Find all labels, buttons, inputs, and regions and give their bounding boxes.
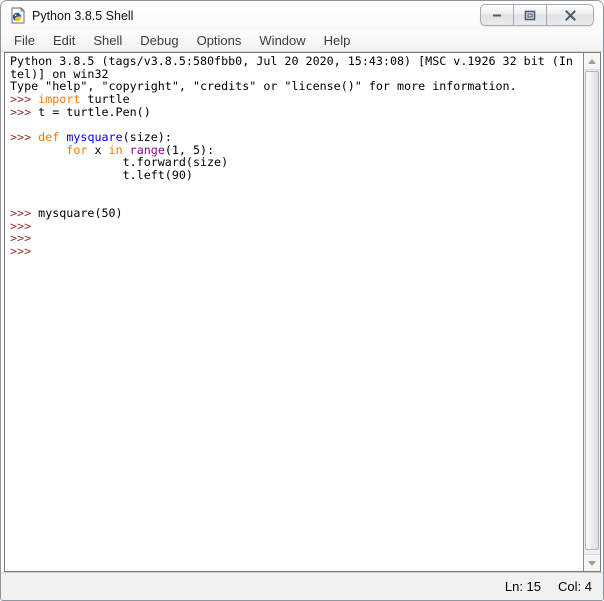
menu-item-file[interactable]: File [5, 30, 44, 51]
window-controls [480, 4, 594, 26]
scrollbar-track[interactable] [584, 70, 600, 554]
window-title: Python 3.8.5 Shell [32, 8, 134, 23]
minimize-button[interactable] [481, 5, 514, 25]
maximize-icon [524, 10, 536, 20]
status-line-indicator: Ln: 15 [504, 579, 542, 594]
menu-item-debug[interactable]: Debug [131, 30, 187, 51]
scroll-up-button[interactable] [584, 53, 600, 70]
scrollbar-thumb[interactable] [585, 71, 599, 550]
title-bar[interactable]: Python 3.8.5 Shell [1, 1, 603, 30]
shell-line: >>> [10, 218, 32, 233]
close-icon [564, 9, 576, 21]
idle-shell-window: Python 3.8.5 Shell File Edit Shell Debug Opt [0, 0, 604, 601]
shell-line: >>> [10, 231, 32, 246]
shell-content: Python 3.8.5 (tags/v3.8.5:580fbb0, Jul 2… [4, 52, 601, 572]
menu-item-help[interactable]: Help [315, 30, 360, 51]
maximize-button[interactable] [514, 5, 547, 25]
scroll-down-button[interactable] [584, 554, 600, 571]
menu-item-window[interactable]: Window [250, 30, 314, 51]
menu-item-edit[interactable]: Edit [44, 30, 84, 51]
shell-line: >>> t = turtle.Pen() [10, 104, 151, 119]
scroll-up-arrow-icon [588, 58, 596, 64]
shell-line: ​ [10, 182, 583, 195]
shell-text-area[interactable]: Python 3.8.5 (tags/v3.8.5:580fbb0, Jul 2… [5, 53, 583, 571]
scroll-down-arrow-icon [588, 560, 596, 566]
minimize-icon [493, 14, 501, 17]
menu-item-options[interactable]: Options [188, 30, 251, 51]
menu-bar: File Edit Shell Debug Options Window Help [1, 30, 603, 52]
shell-line: >>> [10, 243, 32, 258]
status-col-indicator: Col: 4 [558, 579, 592, 594]
shell-line: t.left(90) [10, 167, 193, 182]
close-button[interactable] [547, 5, 593, 25]
vertical-scrollbar[interactable] [583, 53, 600, 571]
idle-python-icon[interactable] [9, 7, 26, 24]
menu-item-shell[interactable]: Shell [84, 30, 131, 51]
status-bar: Ln: 15 Col: 4 [1, 572, 603, 600]
shell-line: >>> mysquare(50) [10, 205, 123, 220]
